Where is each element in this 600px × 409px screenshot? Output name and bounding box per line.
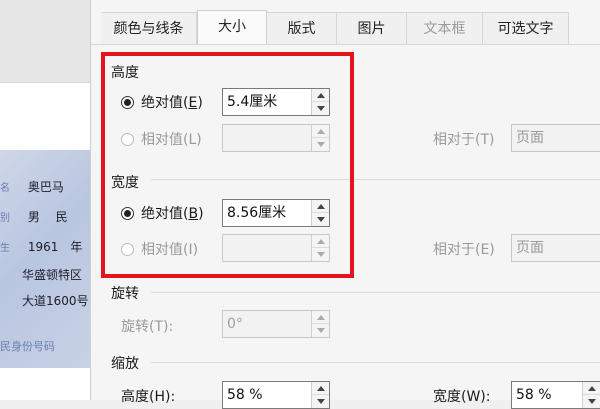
scale-section-title: 缩放 [111,356,139,372]
scale-height-spinner [311,382,329,408]
tab-bar: 颜色与线条 大小 版式 图片 文本框 可选文字 [91,0,600,45]
height-relative-spinner [311,125,329,151]
tab-divider [91,44,600,45]
section-divider [151,292,600,293]
scale-height-input[interactable]: 58 % [222,381,330,409]
spin-up-icon[interactable] [312,311,329,324]
height-absolute-label[interactable]: 绝对值(E) [141,92,203,112]
tab-color-lines[interactable]: 颜色与线条 [101,12,197,44]
section-divider [151,179,600,180]
spin-up-icon[interactable] [312,125,329,138]
spin-up-icon[interactable] [583,382,600,395]
height-absolute-accesskey: E [188,95,198,111]
spin-up-icon[interactable] [312,235,329,248]
rotation-input[interactable]: 0° [222,310,330,338]
width-relative-to-select[interactable]: 页面 [511,234,600,262]
width-relative-spinner [311,235,329,261]
height-absolute-radio[interactable] [121,96,134,109]
height-absolute-spinner [311,89,329,115]
spin-up-icon[interactable] [312,89,329,102]
rotation-label: 旋转(T): [121,319,174,335]
format-picture-dialog: 颜色与线条 大小 版式 图片 文本框 可选文字 高度 绝对值(E) 5.4厘米 … [90,0,600,409]
scale-height-label: 高度(H): [121,389,176,405]
width-relative-to-value: 页面 [516,240,544,256]
card-label: 名 [0,183,10,194]
spin-down-icon[interactable] [312,324,329,337]
width-absolute-input[interactable]: 8.56厘米 [222,199,330,227]
spin-down-icon[interactable] [312,395,329,408]
id-card-image: 名 奥巴马 别 男 民 生 1961 年 华盛顿特区 大道1600号 民身份号码 [0,150,90,368]
width-relative-to-label: 相对于(E) [433,242,495,258]
spin-down-icon[interactable] [583,395,600,408]
spin-down-icon[interactable] [312,102,329,115]
width-absolute-radio[interactable] [121,207,134,220]
height-absolute-input[interactable]: 5.4厘米 [222,88,330,116]
scale-width-label: 宽度(W): [433,389,491,405]
height-relative-radio[interactable] [121,133,134,146]
width-absolute-value: 8.56厘米 [227,205,287,221]
document-toolbar-area [0,0,90,83]
spin-up-icon[interactable] [312,382,329,395]
width-relative-radio[interactable] [121,243,134,256]
width-absolute-label-text: 绝对值( [141,206,189,222]
scale-width-input[interactable]: 58 % [511,381,600,409]
scale-height-value: 58 % [227,387,263,403]
card-footer: 民身份号码 [0,340,55,353]
section-divider [151,362,600,363]
width-absolute-label[interactable]: 绝对值(B) [141,203,204,223]
tab-picture[interactable]: 图片 [337,12,407,44]
scale-width-spinner [582,382,600,408]
scale-width-value: 58 % [516,387,552,403]
card-label: 别 [0,213,10,224]
height-relative-input[interactable] [222,124,330,152]
height-relative-to-value: 页面 [516,130,544,146]
tab-textbox[interactable]: 文本框 [407,12,483,44]
spin-down-icon[interactable] [312,248,329,261]
card-value: 男 民 [27,210,68,224]
rotation-section-title: 旋转 [111,286,139,302]
spin-down-icon[interactable] [312,138,329,151]
card-value: 奥巴马 [27,180,64,194]
rotation-spinner [311,311,329,337]
card-value: 华盛顿特区 [22,268,83,282]
tab-layout[interactable]: 版式 [267,12,337,44]
card-row-sex: 别 男 民 [0,208,68,225]
spin-up-icon[interactable] [312,200,329,213]
card-label: 生 [0,243,10,254]
card-row-address1: 华盛顿特区 [22,266,82,283]
width-relative-label: 相对值(I) [141,242,199,258]
height-absolute-value: 5.4厘米 [227,94,278,110]
width-section-title: 宽度 [111,175,139,191]
width-relative-input[interactable] [222,234,330,262]
document-background: 名 奥巴马 别 男 民 生 1961 年 华盛顿特区 大道1600号 民身份号码 [0,0,90,400]
card-value: 大道1600号 [22,294,89,308]
height-section-title: 高度 [111,65,139,81]
height-relative-label: 相对值(L) [141,132,202,148]
height-relative-to-label: 相对于(T) [433,132,495,148]
card-row-address2: 大道1600号 [22,292,89,309]
height-absolute-label-text: 绝对值( [141,95,189,111]
width-absolute-accesskey: B [188,206,199,222]
width-absolute-spinner [311,200,329,226]
rotation-value: 0° [227,316,243,332]
spin-down-icon[interactable] [312,213,329,226]
tab-alt-text[interactable]: 可选文字 [483,12,569,44]
tab-size[interactable]: 大小 [197,10,267,45]
card-row-birth: 生 1961 年 [0,238,82,255]
card-value: 1961 年 [27,240,83,254]
height-relative-to-select[interactable]: 页面 [511,124,600,152]
card-row-name: 名 奥巴马 [0,178,64,195]
